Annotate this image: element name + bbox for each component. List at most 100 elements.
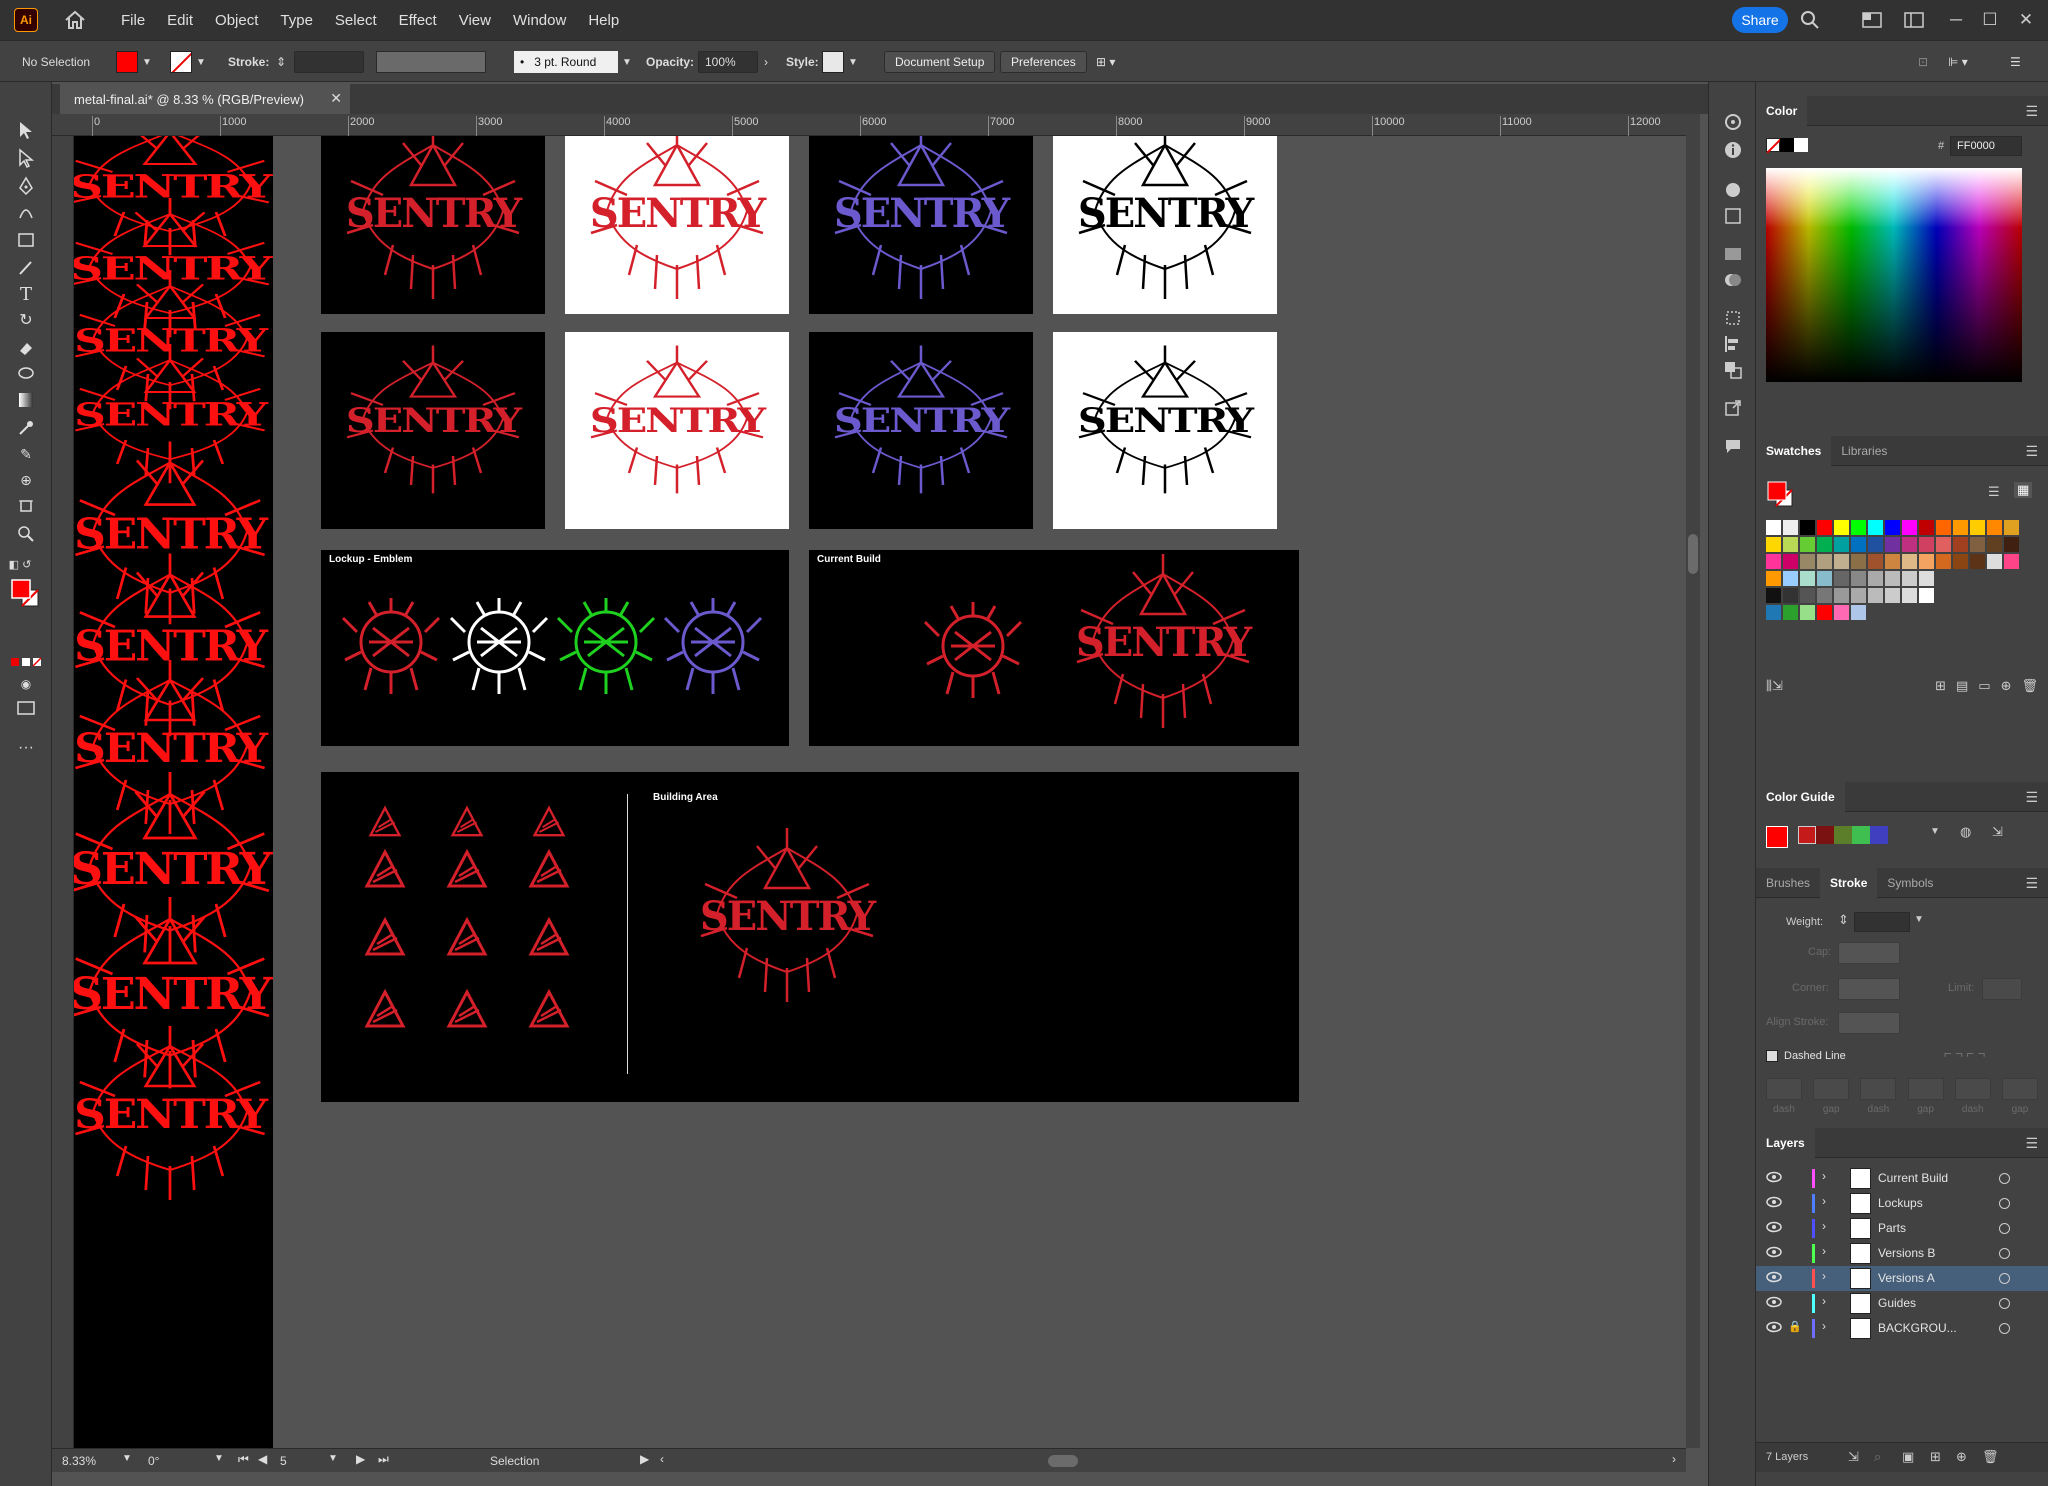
color-swatch[interactable] bbox=[1817, 588, 1832, 603]
new-sublayer-icon[interactable]: ⊞ bbox=[1930, 1449, 1941, 1465]
color-swatch[interactable] bbox=[1800, 588, 1815, 603]
panel-menu-icon[interactable]: ☰ bbox=[2025, 1135, 2038, 1152]
home-icon[interactable] bbox=[62, 7, 88, 33]
chevron-down-icon[interactable]: ▼ bbox=[196, 57, 206, 68]
chevron-right-icon[interactable]: ▶ bbox=[640, 1452, 649, 1466]
artboard-version-purple[interactable] bbox=[809, 136, 1033, 314]
vertical-scrollbar[interactable] bbox=[1686, 114, 1700, 1448]
color-swatch[interactable] bbox=[1868, 537, 1883, 552]
color-swatch[interactable] bbox=[1936, 537, 1951, 552]
libraries-tab[interactable]: Libraries bbox=[1831, 436, 1897, 466]
eye-icon[interactable] bbox=[1766, 1196, 1782, 1211]
paintbrush-tool-icon[interactable] bbox=[14, 256, 38, 280]
panel-menu-icon[interactable]: ☰ bbox=[2025, 789, 2038, 806]
color-swatch[interactable] bbox=[1868, 554, 1883, 569]
artboard-versions-column[interactable] bbox=[74, 136, 275, 1448]
color-swatch[interactable] bbox=[1868, 520, 1883, 535]
horizontal-scroll-thumb[interactable] bbox=[1048, 1455, 1078, 1467]
chevron-right-icon[interactable]: › bbox=[1822, 1244, 1826, 1258]
artboard-version-red-white[interactable] bbox=[565, 136, 789, 314]
brush-definition[interactable]: • 3 pt. Round bbox=[514, 51, 618, 73]
type-tool-icon[interactable]: T bbox=[14, 282, 38, 306]
direct-selection-tool-icon[interactable] bbox=[14, 146, 38, 170]
chevron-right-icon[interactable]: › bbox=[1822, 1194, 1826, 1208]
artboard-number[interactable]: 5 bbox=[280, 1454, 287, 1468]
gradient-panel-icon[interactable] bbox=[1721, 242, 1745, 266]
color-swatch[interactable] bbox=[1902, 537, 1917, 552]
color-swatch[interactable] bbox=[1783, 571, 1798, 586]
chevron-down-icon[interactable]: ▼ bbox=[622, 51, 632, 73]
color-swatch[interactable] bbox=[1885, 554, 1900, 569]
rotate-tool-icon[interactable]: ↻ bbox=[14, 308, 38, 332]
color-swatch[interactable] bbox=[1766, 605, 1781, 620]
artboard-version-b-red-black[interactable] bbox=[321, 332, 545, 529]
distribute-icon[interactable]: ⊫ ▾ bbox=[1948, 51, 1968, 73]
workspace-icon[interactable] bbox=[1902, 8, 1926, 32]
hex-input[interactable]: FF0000 bbox=[1950, 136, 2022, 156]
menu-file[interactable]: File bbox=[110, 12, 156, 29]
layer-name[interactable]: Guides bbox=[1878, 1296, 1916, 1310]
color-swatch[interactable] bbox=[2004, 537, 2019, 552]
chevron-right-icon[interactable]: › bbox=[1822, 1319, 1826, 1333]
panel-menu-icon[interactable]: ☰ bbox=[2025, 443, 2038, 460]
grid-view-icon[interactable]: ▦ bbox=[2014, 482, 2033, 498]
shape-builder-tool-icon[interactable]: ⊕ bbox=[14, 468, 38, 492]
color-swatch[interactable] bbox=[1800, 520, 1815, 535]
eye-icon[interactable] bbox=[1766, 1271, 1782, 1286]
graphic-style-swatch[interactable] bbox=[822, 51, 844, 73]
color-swatch[interactable] bbox=[1936, 554, 1951, 569]
color-swatch[interactable] bbox=[1851, 520, 1866, 535]
properties-icon[interactable] bbox=[1721, 110, 1745, 134]
export-icon[interactable] bbox=[1721, 396, 1745, 420]
pathfinder-icon[interactable] bbox=[1721, 358, 1745, 382]
layer-row[interactable]: › Versions A bbox=[1756, 1266, 2048, 1291]
export-icon[interactable]: ⇲ bbox=[1848, 1449, 1859, 1465]
menu-effect[interactable]: Effect bbox=[388, 12, 448, 29]
color-swatch[interactable] bbox=[1766, 520, 1781, 535]
chevron-down-icon[interactable]: ▼ bbox=[848, 57, 858, 68]
panel-menu-icon[interactable]: ☰ bbox=[2010, 51, 2021, 73]
color-swatch[interactable] bbox=[1766, 554, 1781, 569]
color-swatch[interactable] bbox=[1885, 537, 1900, 552]
chevron-right-icon[interactable]: › bbox=[1822, 1269, 1826, 1283]
color-swatch[interactable] bbox=[1902, 554, 1917, 569]
menu-help[interactable]: Help bbox=[577, 12, 630, 29]
eye-icon[interactable] bbox=[1766, 1321, 1782, 1336]
color-swatch[interactable] bbox=[1817, 605, 1832, 620]
color-swatch[interactable] bbox=[1834, 520, 1849, 535]
color-swatch[interactable] bbox=[1800, 554, 1815, 569]
color-swatch[interactable] bbox=[1851, 571, 1866, 586]
swatches-tab[interactable]: Swatches bbox=[1756, 435, 1832, 466]
color-swatch[interactable] bbox=[1800, 605, 1815, 620]
color-swatch[interactable] bbox=[1868, 571, 1883, 586]
color-mode-icon[interactable] bbox=[10, 650, 42, 674]
color-swatch[interactable] bbox=[1783, 554, 1798, 569]
previous-artboard-icon[interactable]: ◀ bbox=[258, 1452, 267, 1466]
layer-name[interactable]: Parts bbox=[1878, 1221, 1906, 1235]
artboard-version-b-purple[interactable] bbox=[809, 332, 1033, 529]
transparency-icon[interactable] bbox=[1721, 268, 1745, 292]
artboards-panel-icon[interactable] bbox=[1721, 306, 1745, 330]
document-tab[interactable]: metal-final.ai* @ 8.33 % (RGB/Preview) ✕ bbox=[60, 84, 350, 114]
color-swatch[interactable] bbox=[1817, 571, 1832, 586]
rotate-view[interactable]: 0° bbox=[148, 1454, 159, 1468]
menu-edit[interactable]: Edit bbox=[156, 12, 204, 29]
menu-window[interactable]: Window bbox=[502, 12, 577, 29]
color-swatch[interactable] bbox=[1953, 520, 1968, 535]
layer-row[interactable]: › Parts bbox=[1756, 1216, 2048, 1241]
none-swatch[interactable] bbox=[1766, 138, 1782, 154]
vertical-ruler[interactable] bbox=[52, 136, 74, 1448]
chevron-right-icon[interactable]: › bbox=[1822, 1219, 1826, 1233]
color-swatch[interactable] bbox=[1902, 520, 1917, 535]
color-swatch[interactable] bbox=[1885, 520, 1900, 535]
symbols-tab[interactable]: Symbols bbox=[1877, 868, 1943, 898]
chevron-down-icon[interactable]: ▼ bbox=[214, 1453, 224, 1464]
color-swatch[interactable] bbox=[1783, 537, 1798, 552]
blend-tool-icon[interactable]: ✎ bbox=[14, 442, 38, 466]
scroll-left-icon[interactable]: ‹ bbox=[660, 1452, 664, 1466]
layers-tab[interactable]: Layers bbox=[1756, 1127, 1815, 1158]
white-swatch[interactable] bbox=[1794, 138, 1808, 152]
target-icon[interactable] bbox=[1999, 1198, 2010, 1209]
color-swatch[interactable] bbox=[1800, 537, 1815, 552]
stroke-swatch[interactable] bbox=[170, 51, 192, 73]
